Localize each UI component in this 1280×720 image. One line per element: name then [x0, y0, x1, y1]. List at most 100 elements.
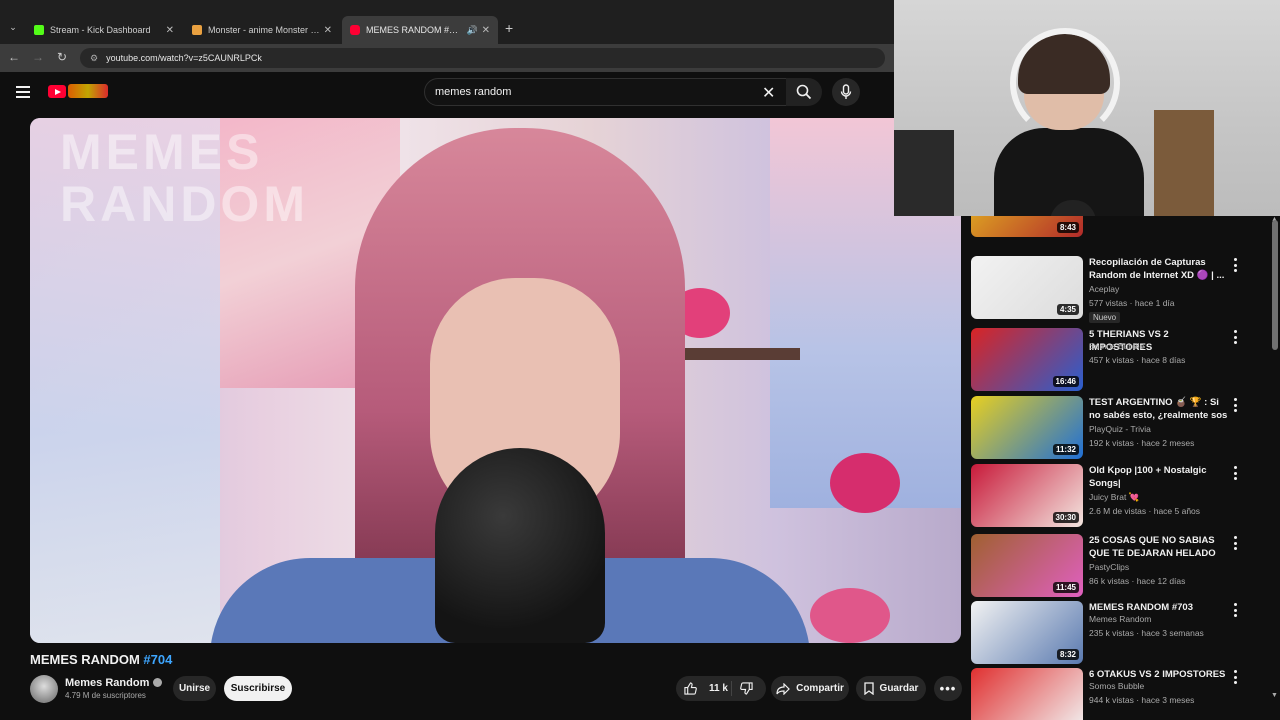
- browser-tab-bar: ⌄ Stream - Kick Dashboard ✕ Monster - an…: [0, 0, 894, 44]
- youtube-favicon-icon: [350, 25, 360, 35]
- browser-tab-kick[interactable]: Stream - Kick Dashboard ✕: [26, 18, 182, 42]
- video-title: MEMES RANDOM #704: [30, 652, 172, 667]
- recommendation-channel[interactable]: Memes Random: [1089, 614, 1151, 624]
- recommendation-title[interactable]: TEST ARGENTINO 🧉 🏆 : Si no sabés esto, ¿…: [1089, 396, 1229, 423]
- recommendation-channel[interactable]: Somos Bubble: [1089, 341, 1144, 351]
- video-thumbnail[interactable]: [971, 668, 1083, 720]
- video-player[interactable]: MEMES RANDOM: [30, 118, 961, 643]
- more-vertical-icon[interactable]: [1230, 398, 1240, 412]
- close-tab-icon[interactable]: ✕: [324, 25, 332, 36]
- recommendation-channel[interactable]: PlayQuiz - Trivia: [1089, 424, 1151, 434]
- search-value: memes random: [435, 86, 512, 98]
- browser-tab-youtube[interactable]: MEMES RANDOM #704 - YouTube 🔊 ✕: [342, 16, 498, 44]
- video-thumbnail[interactable]: 4:35: [971, 256, 1083, 319]
- like-dislike-group: 11 k: [676, 676, 766, 701]
- video-duration: 8:43: [1056, 222, 1079, 233]
- video-duration: 16:46: [1052, 376, 1079, 387]
- close-tab-icon[interactable]: ✕: [166, 25, 174, 36]
- address-bar[interactable]: ⚙ youtube.com/watch?v=z5CAUNRLPCk: [80, 48, 885, 68]
- browser-tab-monster[interactable]: Monster - anime Monster online ✕: [184, 18, 340, 42]
- recommendation-item[interactable]: 16:46 5 THERIANS VS 2 IMPOSTORES Somos Bub…: [970, 328, 1260, 392]
- forward-arrow-icon[interactable]: →: [30, 50, 46, 64]
- search-button[interactable]: [786, 78, 822, 106]
- recommendation-item[interactable]: 8:43666 k vistas · hace 8 meses: [970, 216, 1260, 238]
- menu-icon[interactable]: [16, 86, 30, 101]
- more-actions-button[interactable]: •••: [934, 676, 962, 701]
- recommendation-title[interactable]: 25 COSAS QUE NO SABIAS QUE TE DEJARAN HE…: [1089, 534, 1229, 561]
- scrollbar-thumb[interactable]: [1272, 220, 1278, 350]
- more-vertical-icon[interactable]: [1230, 670, 1240, 684]
- new-tab-button[interactable]: +: [505, 20, 513, 36]
- voice-search-button[interactable]: [832, 78, 860, 106]
- new-badge: Nuevo: [1089, 312, 1121, 323]
- video-duration: 8:32: [1056, 649, 1079, 660]
- video-watermark: MEMES RANDOM: [60, 126, 309, 230]
- search-icon: [796, 84, 812, 100]
- clear-search-icon[interactable]: ✕: [762, 83, 775, 103]
- share-label: Compartir: [796, 683, 844, 694]
- recommendation-title[interactable]: Old Kpop |100 + Nostalgic Songs|: [1089, 464, 1229, 490]
- more-vertical-icon[interactable]: [1230, 258, 1240, 272]
- tab-search-icon[interactable]: ⌄: [6, 22, 20, 36]
- join-button[interactable]: Unirse: [173, 676, 216, 701]
- video-hashtag-link[interactable]: #704: [143, 652, 172, 667]
- youtube-logo-icon[interactable]: [48, 85, 66, 98]
- back-arrow-icon[interactable]: ←: [6, 50, 22, 64]
- recommendations-list: 8:43666 k vistas · hace 8 meses 4:35 Recop…: [970, 216, 1270, 720]
- recommendation-item[interactable]: 30:30 Old Kpop |100 + Nostalgic Songs| Jui…: [970, 464, 1260, 528]
- tab-title: MEMES RANDOM #704 - YouTube: [366, 25, 462, 35]
- recommendation-channel[interactable]: PastyClips: [1089, 562, 1129, 572]
- video-title-text: MEMES RANDOM: [30, 652, 140, 667]
- recommendation-channel[interactable]: Somos Bubble: [1089, 681, 1144, 691]
- recommendation-meta: 235 k vistas · hace 3 semanas: [1089, 628, 1204, 638]
- youtube-doodle-logo[interactable]: [68, 84, 108, 98]
- search-input[interactable]: memes random: [424, 78, 788, 106]
- recommendation-channel[interactable]: Aceplay: [1089, 284, 1119, 294]
- tab-title: Monster - anime Monster online: [208, 25, 320, 35]
- audio-playing-icon[interactable]: 🔊: [467, 25, 478, 36]
- recommendation-item[interactable]: 11:32 TEST ARGENTINO 🧉 🏆 : Si no sabés es…: [970, 396, 1260, 460]
- video-thumbnail[interactable]: 8:32: [971, 601, 1083, 664]
- scroll-down-arrow-icon[interactable]: ▼: [1271, 692, 1278, 699]
- site-info-icon[interactable]: ⚙: [90, 53, 98, 64]
- streamer: [994, 28, 1144, 216]
- recommendation-title[interactable]: 6 OTAKUS VS 2 IMPOSTORES: [1089, 668, 1229, 681]
- url-text: youtube.com/watch?v=z5CAUNRLPCk: [106, 53, 262, 63]
- recommendation-meta: 86 k vistas · hace 12 días: [1089, 576, 1186, 586]
- more-vertical-icon[interactable]: [1230, 603, 1240, 617]
- channel-name[interactable]: Memes Random: [65, 677, 163, 689]
- video-thumbnail[interactable]: 11:45: [971, 534, 1083, 597]
- watermark-line: MEMES: [60, 124, 264, 180]
- recommendation-item[interactable]: 4:35 Recopilación de Capturas Random de I…: [970, 256, 1260, 323]
- more-vertical-icon[interactable]: [1230, 536, 1240, 550]
- video-thumbnail[interactable]: 30:30: [971, 464, 1083, 527]
- subscribe-button[interactable]: Suscribirse: [224, 676, 292, 701]
- video-duration: 11:32: [1052, 444, 1079, 455]
- recommendation-item[interactable]: 8:32 MEMES RANDOM #703 Memes Random 235 k v…: [970, 601, 1260, 665]
- video-thumbnail[interactable]: 11:32: [971, 396, 1083, 459]
- kick-favicon-icon: [34, 25, 44, 35]
- webcam-background-object: [894, 130, 954, 216]
- more-vertical-icon[interactable]: [1230, 466, 1240, 480]
- recommendation-title[interactable]: MEMES RANDOM #703: [1089, 601, 1229, 614]
- save-button[interactable]: Guardar: [856, 676, 926, 701]
- recommendation-title[interactable]: Recopilación de Capturas Random de Inter…: [1089, 256, 1229, 282]
- recommendation-channel[interactable]: Juicy Brat 💘: [1089, 492, 1139, 503]
- recommendation-item[interactable]: 11:45 25 COSAS QUE NO SABIAS QUE TE DEJAR…: [970, 534, 1260, 598]
- microphone-icon: [840, 84, 852, 99]
- share-button[interactable]: Compartir: [771, 676, 849, 701]
- video-thumbnail[interactable]: 8:43: [971, 216, 1083, 237]
- close-tab-icon[interactable]: ✕: [482, 25, 490, 36]
- bookmark-icon: [863, 682, 874, 695]
- video-thumbnail[interactable]: 16:46: [971, 328, 1083, 391]
- browser-toolbar: ← → ↻ ⚙ youtube.com/watch?v=z5CAUNRLPCk: [0, 44, 894, 72]
- like-button[interactable]: 11 k: [676, 681, 732, 696]
- scrollbar[interactable]: ▲ ▼: [1270, 216, 1280, 720]
- dislike-button[interactable]: [732, 682, 766, 695]
- recommendation-meta: 944 k vistas · hace 3 meses: [1089, 695, 1195, 705]
- reload-icon[interactable]: ↻: [54, 50, 70, 64]
- more-vertical-icon[interactable]: [1230, 330, 1240, 344]
- video-duration: 30:30: [1052, 512, 1079, 523]
- channel-avatar[interactable]: [30, 675, 58, 703]
- recommendation-item[interactable]: 6 OTAKUS VS 2 IMPOSTORES Somos Bubble 944 …: [970, 668, 1260, 720]
